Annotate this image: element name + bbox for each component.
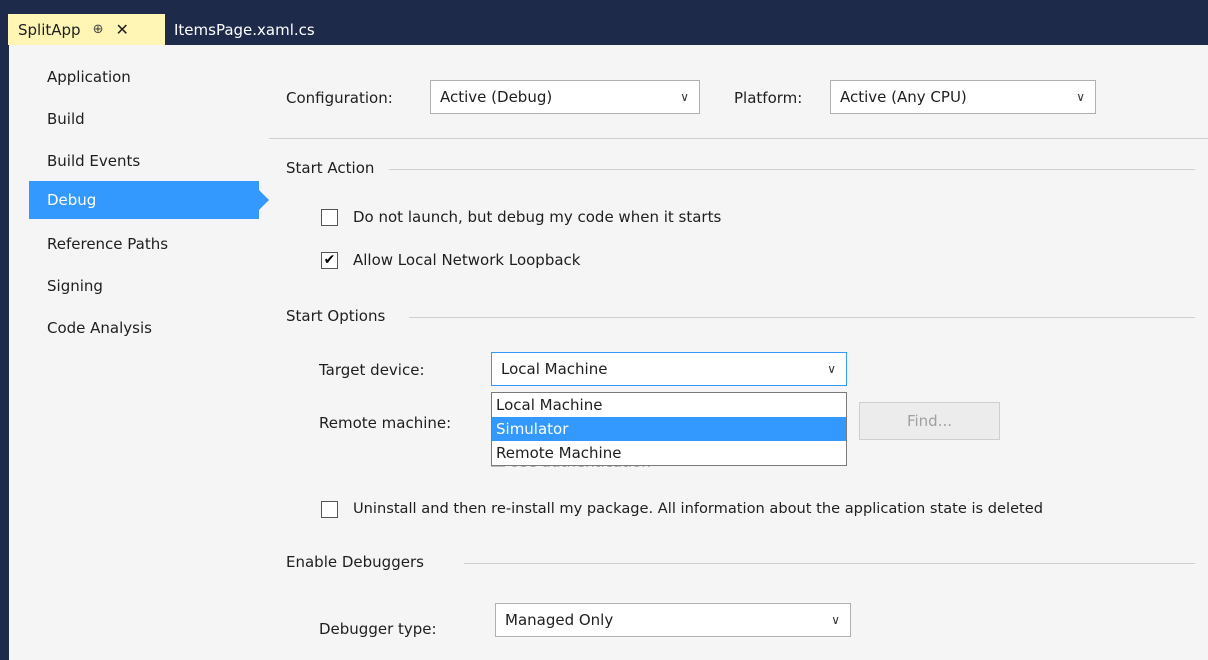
start-options-title: Start Options [286,307,398,325]
configuration-value: Active (Debug) [440,88,553,106]
sidebar-item-application[interactable]: Application [29,58,259,96]
tab-itemspage[interactable]: ItemsPage.xaml.cs [168,14,315,45]
target-device-label: Target device: [319,361,425,379]
tab-itemspage-label: ItemsPage.xaml.cs [174,20,315,39]
section-rule [389,169,1195,170]
sidebar-item-build-events[interactable]: Build Events [29,142,259,180]
debugger-type-value: Managed Only [505,611,614,629]
sidebar-item-debug[interactable]: Debug [29,181,269,219]
reinstall-label[interactable]: Uninstall and then re-install my package… [353,500,1043,517]
chevron-down-icon: ∨ [680,90,689,104]
reinstall-checkbox[interactable] [321,501,338,518]
dropdown-option-remote-machine[interactable]: Remote Machine [492,441,846,465]
tab-splitapp-label: SplitApp [18,20,81,39]
debugger-type-label: Debugger type: [319,620,437,638]
target-device-dropdown[interactable]: Local Machine Simulator Remote Machine [491,392,847,466]
project-properties-page: Application Build Build Events Debug Ref… [9,45,1208,660]
target-device-value: Local Machine [501,360,608,378]
dropdown-option-simulator[interactable]: Simulator [492,417,846,441]
no-launch-checkbox[interactable] [321,209,338,226]
platform-value: Active (Any CPU) [840,88,967,106]
find-button[interactable]: Find... [859,402,1000,440]
target-device-select[interactable]: Local Machine ∨ [491,352,847,386]
window-frame-edge [0,45,9,660]
loopback-checkbox[interactable]: ✔ [321,252,338,269]
loopback-label[interactable]: Allow Local Network Loopback [353,251,580,269]
platform-label: Platform: [734,89,803,107]
sidebar-item-signing[interactable]: Signing [29,267,259,305]
properties-sidebar: Application Build Build Events Debug Ref… [9,45,269,660]
start-action-title: Start Action [286,159,387,177]
close-icon[interactable]: ✕ [115,20,128,39]
enable-debuggers-title: Enable Debuggers [286,553,436,571]
section-rule [409,317,1195,318]
divider [269,138,1208,139]
dropdown-option-local-machine[interactable]: Local Machine [492,393,846,417]
configuration-select[interactable]: Active (Debug) ∨ [430,80,700,114]
document-tab-strip: SplitApp ⊕ ✕ ItemsPage.xaml.cs [0,0,1208,45]
sidebar-item-reference-paths[interactable]: Reference Paths [29,225,259,263]
tab-splitapp[interactable]: SplitApp ⊕ ✕ [8,14,165,45]
no-launch-label[interactable]: Do not launch, but debug my code when it… [353,208,721,226]
debugger-type-select[interactable]: Managed Only ∨ [495,603,851,637]
platform-select[interactable]: Active (Any CPU) ∨ [830,80,1096,114]
sidebar-item-code-analysis[interactable]: Code Analysis [29,309,259,347]
chevron-down-icon: ∨ [1076,90,1085,104]
remote-machine-label: Remote machine: [319,414,452,432]
pin-icon[interactable]: ⊕ [93,22,104,37]
chevron-down-icon: ∨ [831,613,840,627]
chevron-down-icon: ∨ [827,362,836,376]
configuration-label: Configuration: [286,89,393,107]
sidebar-item-build[interactable]: Build [29,100,259,138]
section-rule [464,563,1195,564]
